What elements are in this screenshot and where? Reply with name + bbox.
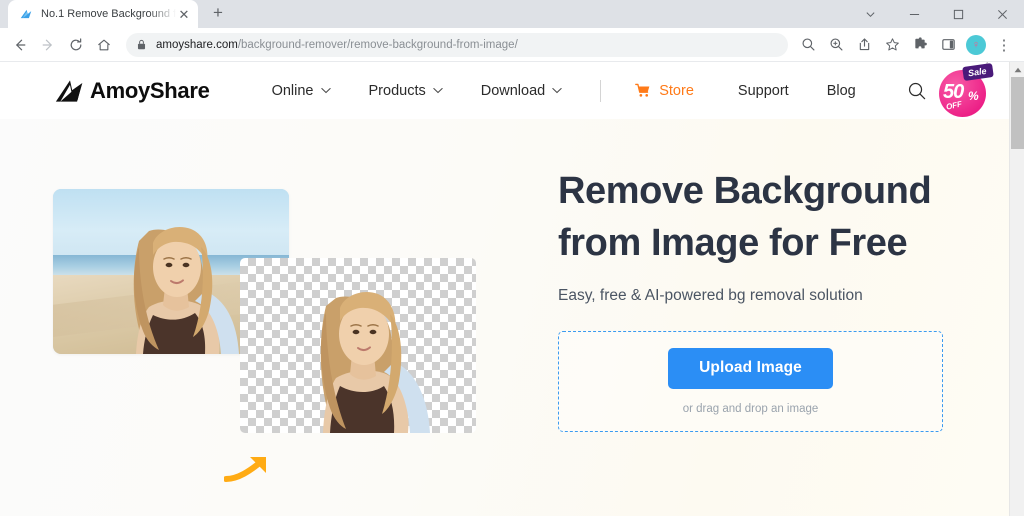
site-nav: Online Products Download Store Support B… <box>272 79 856 102</box>
transform-arrow-icon <box>223 449 280 483</box>
page-subtitle: Easy, free & AI-powered bg removal solut… <box>558 286 863 304</box>
reload-icon[interactable] <box>62 31 90 59</box>
browser-window: No.1 Remove Background from I ✕ + <box>0 0 1024 516</box>
sale-percent-symbol: % <box>968 88 979 103</box>
nav-item-store[interactable]: Store <box>635 83 694 99</box>
browser-titlebar: No.1 Remove Background from I ✕ + <box>0 0 1024 28</box>
nav-item-support[interactable]: Support <box>738 83 789 99</box>
nav-item-products[interactable]: Products <box>369 83 443 99</box>
address-bar[interactable]: amoyshare.com/background-remover/remove-… <box>126 32 788 57</box>
minimize-icon[interactable] <box>892 0 936 28</box>
url-path: /background-remover/remove-background-fr… <box>237 38 518 51</box>
back-icon[interactable] <box>6 31 34 59</box>
url-domain: amoyshare.com <box>156 38 238 51</box>
bookmark-star-icon[interactable] <box>878 31 906 59</box>
scrollbar-track[interactable] <box>1010 149 1024 516</box>
window-controls <box>848 0 1024 28</box>
nav-item-online[interactable]: Online <box>272 83 331 99</box>
nav-label: Online <box>271 82 314 99</box>
drag-drop-hint: or drag and drop an image <box>682 402 819 415</box>
chevron-down-icon <box>320 87 331 94</box>
nav-item-blog[interactable]: Blog <box>827 83 856 99</box>
sale-tag-label: Sale <box>962 62 994 81</box>
hero-section: Remove Background from Image for Free Ea… <box>0 119 1009 516</box>
home-icon[interactable] <box>90 31 118 59</box>
close-window-icon[interactable] <box>980 0 1024 28</box>
browser-menu-icon[interactable]: ⋮ <box>990 31 1018 59</box>
site-search-icon[interactable] <box>907 81 927 101</box>
nav-label: Blog <box>826 82 856 99</box>
nav-divider <box>600 79 602 102</box>
amoyshare-mark-icon <box>55 78 85 104</box>
chevron-down-icon <box>433 87 443 94</box>
upload-dropzone[interactable]: Upload Image or drag and drop an image <box>558 330 943 432</box>
nav-label: Download <box>480 82 546 99</box>
browser-toolbar: amoyshare.com/background-remover/remove-… <box>0 28 1024 62</box>
search-icon[interactable] <box>794 31 822 59</box>
nav-item-download[interactable]: Download <box>481 83 563 99</box>
maximize-icon[interactable] <box>936 0 980 28</box>
tab-close-icon[interactable]: ✕ <box>176 6 192 22</box>
site-header: AmoyShare Online Products Download Store… <box>0 62 1009 119</box>
browser-tab[interactable]: No.1 Remove Background from I ✕ <box>8 0 198 28</box>
hero-copy: Remove Background from Image for Free Ea… <box>558 165 958 432</box>
zoom-icon[interactable] <box>822 31 850 59</box>
amoyshare-logo-icon <box>18 6 34 22</box>
address-bar-url: amoyshare.com/background-remover/remove-… <box>156 39 518 51</box>
web-page: AmoyShare Online Products Download Store… <box>0 62 1009 516</box>
new-tab-button[interactable]: + <box>204 0 232 27</box>
page-viewport: AmoyShare Online Products Download Store… <box>0 62 1024 516</box>
site-logo-text: AmoyShare <box>90 77 210 103</box>
nav-label: Support <box>737 82 789 99</box>
sale-badge[interactable]: 50 % OFF Sale <box>939 62 994 117</box>
share-icon[interactable] <box>850 31 878 59</box>
page-scrollbar[interactable] <box>1009 62 1024 516</box>
toolbar-actions: ♀ ⋮ <box>794 31 1018 59</box>
site-logo[interactable]: AmoyShare <box>55 78 210 104</box>
chevron-down-icon <box>552 87 562 94</box>
cart-icon <box>635 83 651 98</box>
tab-search-icon[interactable] <box>848 0 892 28</box>
woman-figure-cutout <box>320 291 430 433</box>
lock-icon <box>136 39 147 50</box>
hero-visual <box>0 119 520 516</box>
scrollbar-thumb[interactable] <box>1011 77 1024 149</box>
upload-image-button[interactable]: Upload Image <box>668 347 833 389</box>
nav-label: Store <box>659 82 694 99</box>
nav-label: Products <box>368 82 426 99</box>
extensions-puzzle-icon[interactable] <box>906 31 934 59</box>
scroll-up-arrow-icon[interactable] <box>1010 62 1024 77</box>
side-panel-icon[interactable] <box>934 31 962 59</box>
forward-icon[interactable] <box>34 31 62 59</box>
profile-avatar[interactable]: ♀ <box>966 34 986 55</box>
page-title: Remove Background from Image for Free <box>558 170 932 265</box>
header-actions: 50 % OFF Sale <box>907 62 994 117</box>
cutout-image <box>240 258 476 433</box>
browser-tab-title: No.1 Remove Background from I <box>41 8 176 20</box>
